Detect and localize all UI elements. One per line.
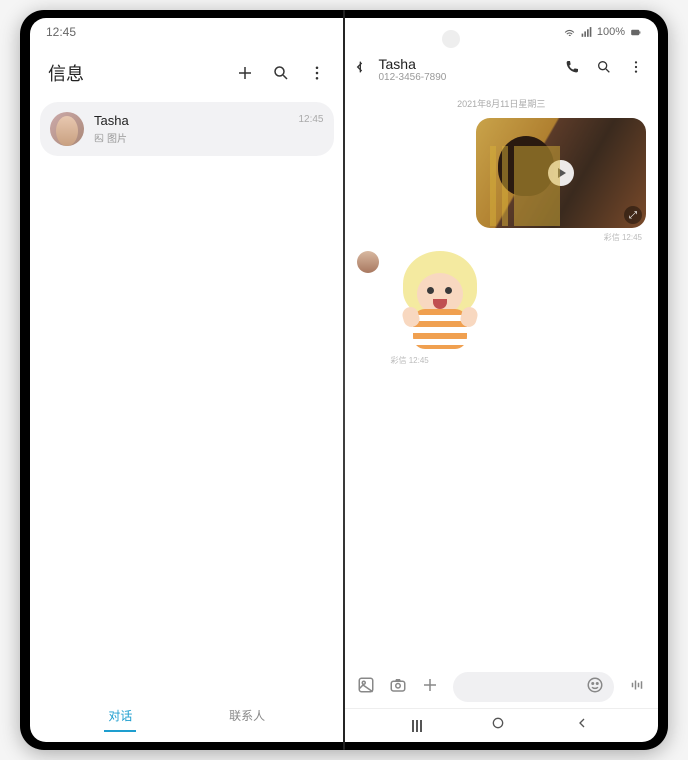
back-button[interactable] [355, 59, 371, 80]
signal-icon [580, 26, 593, 39]
voice-button[interactable] [628, 676, 646, 699]
more-button[interactable] [308, 64, 326, 82]
call-button[interactable] [564, 59, 580, 80]
gallery-button[interactable] [357, 676, 375, 699]
battery-icon [629, 26, 642, 39]
message-incoming[interactable] [357, 251, 647, 351]
avatar [357, 251, 379, 273]
search-button[interactable] [272, 64, 290, 82]
system-navbar [345, 708, 659, 742]
conversation-name: Tasha [94, 113, 298, 128]
contact-name: Tasha [379, 56, 557, 72]
message-meta: 彩信 12:45 [391, 355, 647, 366]
sticker-attachment[interactable] [385, 251, 495, 351]
tab-chat[interactable]: 对话 [104, 701, 136, 732]
image-icon [94, 133, 104, 143]
conversation-list-pane: 信息 [30, 46, 345, 742]
tab-contacts[interactable]: 联系人 [225, 701, 269, 732]
nav-back-button[interactable] [574, 715, 590, 736]
emoji-button[interactable] [586, 676, 604, 699]
expand-icon[interactable]: ⤢ [624, 206, 642, 224]
message-composer [345, 666, 659, 708]
camera-button[interactable] [389, 676, 407, 699]
contact-number: 012-3456-7890 [379, 72, 557, 83]
chat-more-button[interactable] [628, 59, 644, 80]
status-indicators: 100% [563, 26, 642, 39]
conversation-time: 12:45 [298, 114, 323, 125]
play-icon [548, 160, 574, 186]
nav-home-button[interactable] [490, 715, 506, 736]
video-attachment[interactable]: ⤢ [476, 118, 646, 228]
date-separator: 2021年8月11日星期三 [357, 97, 647, 110]
conversation-preview: 图片 [94, 130, 298, 145]
front-camera [442, 30, 460, 48]
status-time: 12:45 [46, 25, 76, 39]
conversation-item[interactable]: Tasha 图片 12:45 [40, 102, 334, 156]
avatar [50, 112, 84, 146]
chat-pane: Tasha 012-3456-7890 [345, 46, 659, 742]
wifi-icon [563, 26, 576, 39]
message-meta: 彩信 12:45 [357, 232, 643, 243]
message-outgoing[interactable]: ⤢ [357, 118, 647, 228]
nav-recent-button[interactable] [412, 720, 422, 732]
add-button[interactable] [421, 676, 439, 699]
search-chat-button[interactable] [596, 59, 612, 80]
status-bar: 12:45 100% [30, 18, 658, 46]
battery-percent: 100% [597, 26, 625, 38]
compose-button[interactable] [236, 64, 254, 82]
message-input[interactable] [453, 672, 615, 702]
app-title: 信息 [48, 60, 84, 86]
